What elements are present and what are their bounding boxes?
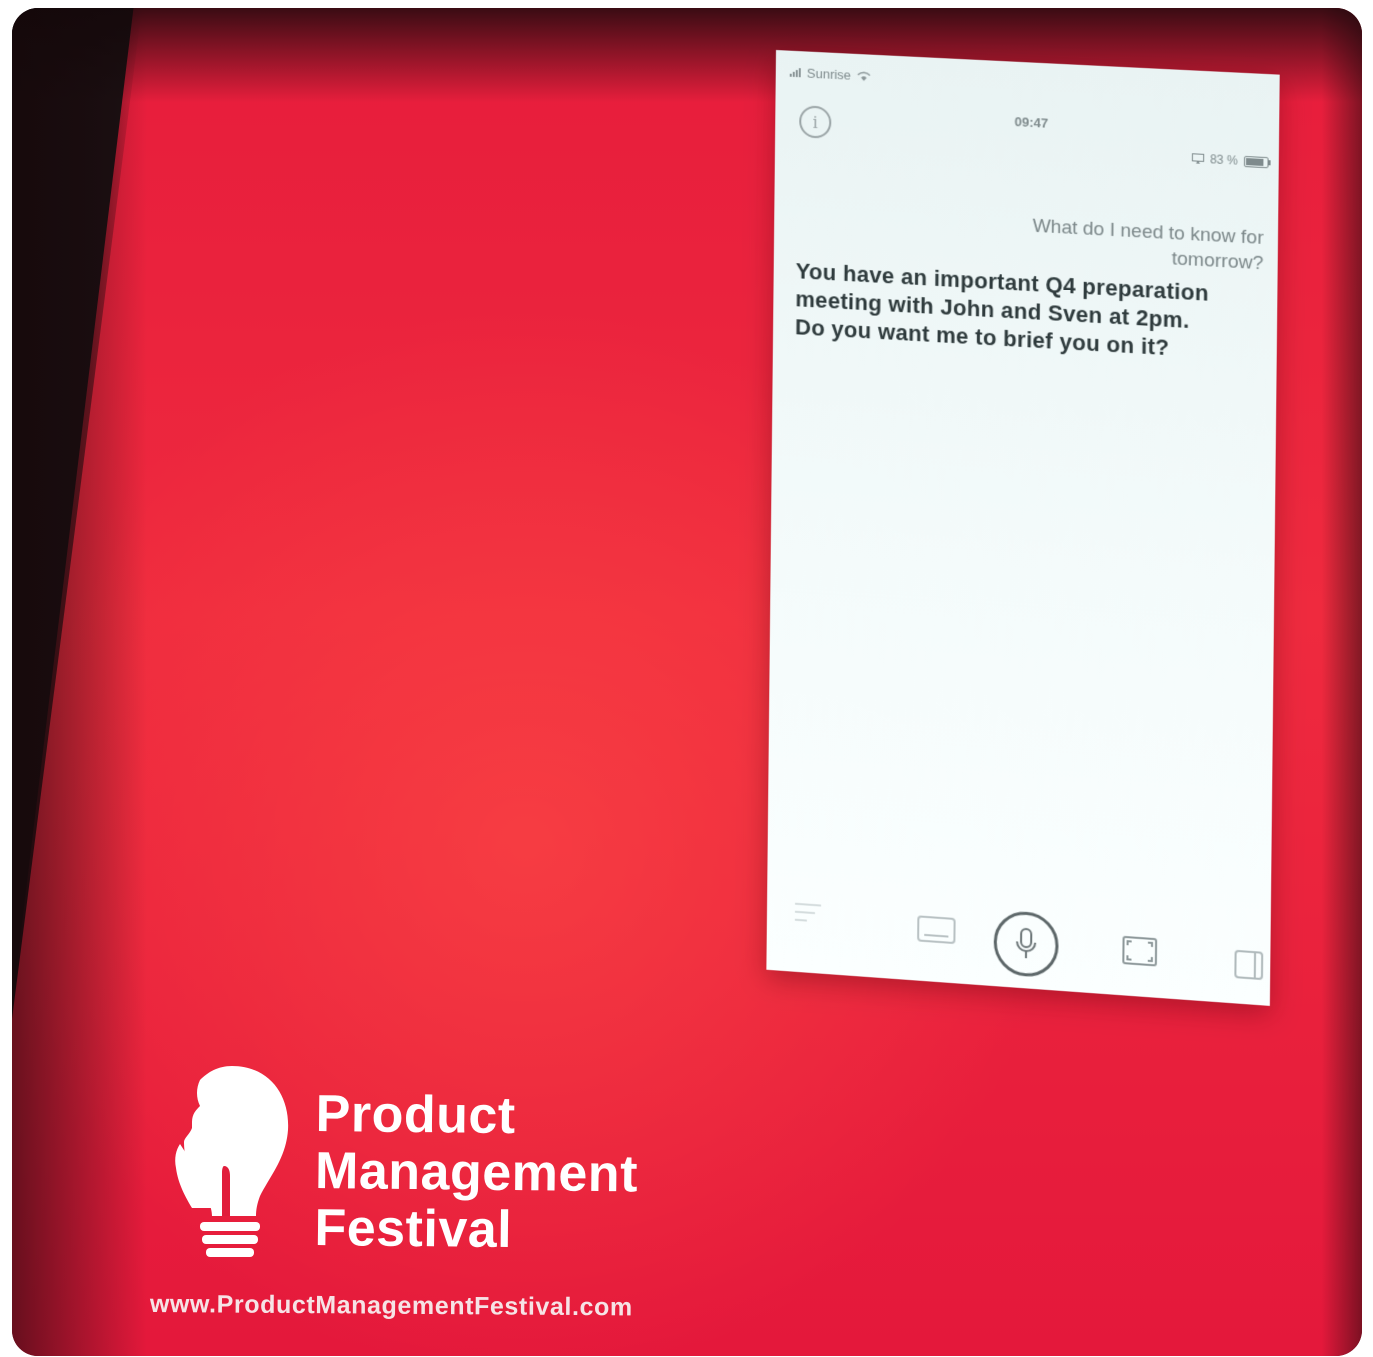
battery-icon	[1243, 155, 1269, 168]
panel-icon[interactable]	[1233, 949, 1264, 982]
keyboard-icon[interactable]	[917, 914, 956, 945]
wifi-icon	[857, 71, 871, 81]
festival-name-line-2: Management	[314, 1141, 639, 1204]
assistant-message: You have an important Q4 preparation mee…	[794, 258, 1209, 361]
info-icon[interactable]: i	[799, 105, 832, 139]
festival-name-line-3: Festival	[314, 1198, 513, 1260]
photo-frame: Sunrise 09:47 83 % i What do I need to k…	[12, 8, 1362, 1356]
status-time: 09:47	[1014, 114, 1049, 131]
festival-name-line-1: Product	[315, 1085, 516, 1146]
carrier-group: Sunrise	[789, 65, 871, 84]
signal-icon	[789, 68, 801, 78]
phone-screenshot: Sunrise 09:47 83 % i What do I need to k…	[766, 50, 1280, 1006]
menu-lines-icon[interactable]	[793, 900, 823, 928]
festival-name: Product Management Festival	[314, 1085, 639, 1260]
user-message: What do I need to know for tomorrow?	[1032, 215, 1264, 275]
screen-mirror-icon	[1192, 153, 1204, 164]
festival-url: www.ProductManagementFestival.com	[149, 1290, 633, 1322]
lightbulb-face-icon	[175, 1066, 289, 1257]
carrier-name: Sunrise	[806, 65, 851, 83]
microphone-icon	[1014, 926, 1039, 962]
battery-percent: 83 %	[1209, 152, 1238, 168]
microphone-button[interactable]	[993, 909, 1059, 979]
battery-group: 83 %	[1191, 151, 1269, 169]
expand-icon[interactable]	[1121, 935, 1158, 968]
